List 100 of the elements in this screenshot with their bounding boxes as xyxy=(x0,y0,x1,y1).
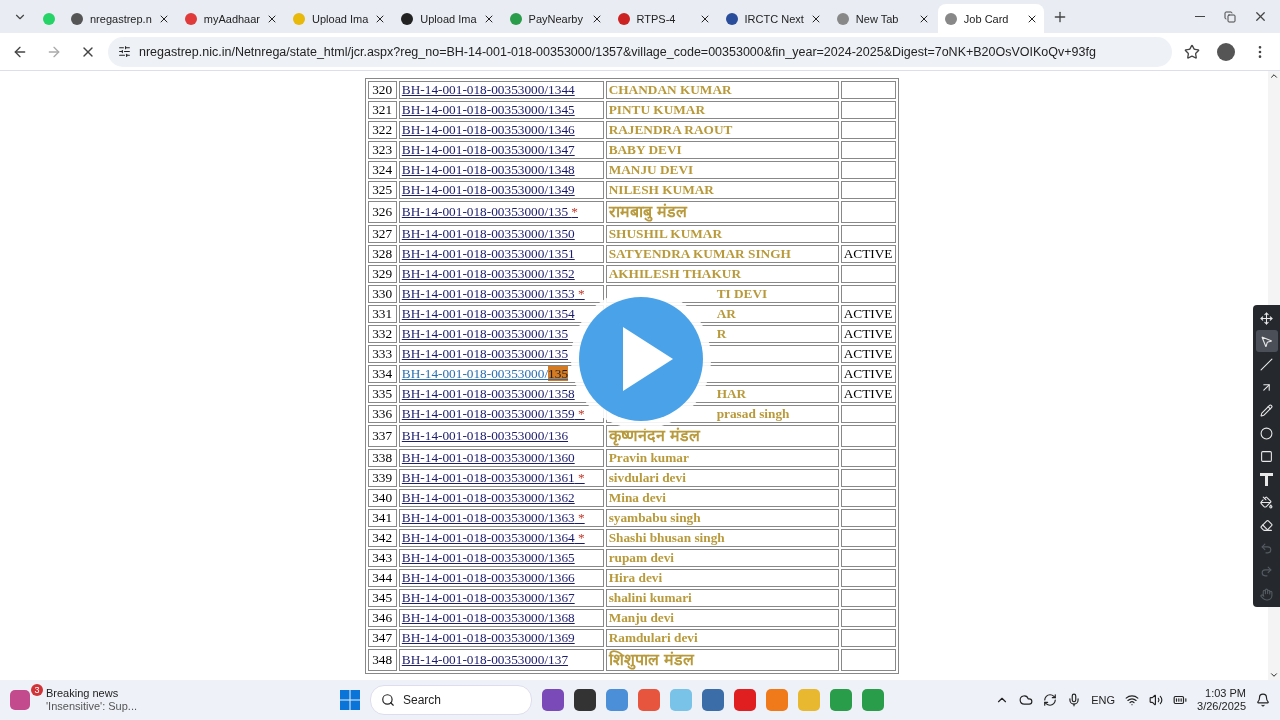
sync-icon xyxy=(1043,693,1058,707)
status-cell xyxy=(840,225,896,243)
browser-tab[interactable]: RTPS-4 xyxy=(610,4,717,33)
search-icon xyxy=(381,693,395,707)
worker-name: NILESH KUMAR xyxy=(608,182,714,198)
registration-link[interactable]: BH-14-001-018-00353000/1362 xyxy=(401,490,575,505)
status-cell: ACTIVE xyxy=(840,305,896,323)
address-bar[interactable]: nregastrep.nic.in/Netnrega/state_html/jcr.aspx?reg_no=BH-14-001-018-00353000/1357&village_code=00353000&fin_year=2024-2025&Digest=7oNK+B20OsVOIKoQv+93fg xyxy=(108,36,1172,67)
row-number: 329 xyxy=(367,265,397,283)
registration-link[interactable]: BH-14-001-018-00353000/1347 xyxy=(401,142,575,157)
status-cell xyxy=(840,609,896,627)
worker-name: prasad singh xyxy=(716,406,790,422)
avatar xyxy=(1217,42,1235,61)
taskbar-clock[interactable]: 1:03 PM 3/26/2025 xyxy=(1197,687,1246,713)
cloud-icon xyxy=(1019,693,1034,707)
worker-name: Manju devi xyxy=(608,610,675,626)
registration-link[interactable]: BH-14-001-018-00353000/1360 xyxy=(401,450,575,465)
registration-link[interactable]: BH-14-001-018-00353000/1359 * xyxy=(401,406,585,421)
status-cell xyxy=(840,181,896,199)
status-cell xyxy=(840,569,896,587)
language-indicator[interactable]: ENG xyxy=(1091,694,1116,706)
registration-link[interactable]: BH-14-001-018-00353000/137 xyxy=(401,652,569,667)
registration-link[interactable]: BH-14-001-018-00353000/1346 xyxy=(401,122,575,137)
favicon-icon xyxy=(400,11,415,26)
registration-link[interactable]: BH-14-001-018-00353000/1363 * xyxy=(401,510,585,525)
registration-link[interactable]: BH-14-001-018-00353000/136 xyxy=(401,428,569,443)
taskbar-search[interactable]: Search xyxy=(370,685,532,715)
browser-tab[interactable]: PayNearby xyxy=(502,4,609,33)
registration-link[interactable]: BH-14-001-018-00353000/1351 xyxy=(401,246,575,261)
registration-link[interactable]: BH-14-001-018-00353000/1350 xyxy=(401,226,575,241)
worker-name: Hira devi xyxy=(608,570,663,586)
status-cell: ACTIVE xyxy=(840,365,896,383)
favicon-icon xyxy=(724,11,739,26)
registration-link[interactable]: BH-14-001-018-00353000/135 xyxy=(401,326,569,341)
registration-link[interactable]: BH-14-001-018-00353000/1364 * xyxy=(401,530,585,545)
status-cell xyxy=(840,141,896,159)
registration-link[interactable]: BH-14-001-018-00353000/1366 xyxy=(401,570,575,585)
registration-link[interactable]: BH-14-001-018-00353000/135 xyxy=(401,366,569,381)
row-number: 336 xyxy=(367,405,397,423)
row-number: 325 xyxy=(367,181,397,199)
news-widget-icon[interactable] xyxy=(10,690,30,710)
pointer-tool-icon[interactable] xyxy=(1255,330,1278,352)
browser-tab[interactable]: nregastrep.n xyxy=(64,4,176,33)
favicon-icon xyxy=(616,11,631,26)
notification-icon xyxy=(1256,693,1270,707)
status-cell: ACTIVE xyxy=(840,345,896,363)
row-number: 324 xyxy=(367,161,397,179)
registration-link[interactable]: BH-14-001-018-00353000/1354 xyxy=(401,306,575,321)
status-cell xyxy=(840,101,896,119)
battery-icon xyxy=(1173,693,1188,707)
row-number: 328 xyxy=(367,245,397,263)
status-cell xyxy=(840,649,896,671)
registration-link[interactable]: BH-14-001-018-00353000/1352 xyxy=(401,266,575,281)
registration-link[interactable]: BH-14-001-018-00353000/1368 xyxy=(401,610,575,625)
registration-link[interactable]: BH-14-001-018-00353000/1345 xyxy=(401,102,575,117)
notification-badge: 3 xyxy=(31,684,43,696)
row-number: 337 xyxy=(367,425,397,447)
start-icon[interactable] xyxy=(340,690,360,710)
status-cell xyxy=(840,161,896,179)
row-number: 323 xyxy=(367,141,397,159)
favicon-icon xyxy=(70,11,84,26)
browser-tab[interactable]: Job Card xyxy=(937,4,1044,33)
microphone-icon xyxy=(1067,693,1082,707)
status-cell: ACTIVE xyxy=(840,325,896,343)
registration-link[interactable]: BH-14-001-018-00353000/1353 * xyxy=(401,286,585,301)
browser-tab[interactable]: Upload Ima xyxy=(286,4,393,33)
favicon-icon xyxy=(508,11,523,26)
registration-link[interactable]: BH-14-001-018-00353000/1344 xyxy=(401,82,575,97)
status-cell xyxy=(840,449,896,467)
browser-tab[interactable]: New Tab xyxy=(829,4,936,33)
row-number: 346 xyxy=(367,609,397,627)
scroll-down-icon xyxy=(1269,670,1279,680)
registration-link[interactable]: BH-14-001-018-00353000/1361 * xyxy=(401,470,585,485)
taskbar-app-icon[interactable] xyxy=(542,689,564,711)
registration-link[interactable]: BH-14-001-018-00353000/135 * xyxy=(401,204,578,219)
favicon-icon xyxy=(292,11,307,26)
status-cell xyxy=(840,285,896,303)
browser-tab[interactable]: IRCTC Next xyxy=(718,4,828,33)
news-title[interactable]: Breaking news xyxy=(46,687,138,700)
row-number: 339 xyxy=(367,469,397,487)
registration-link[interactable]: BH-14-001-018-00353000/135 xyxy=(401,346,569,361)
browser-tab[interactable]: Upload Ima xyxy=(394,4,501,33)
registration-link[interactable]: BH-14-001-018-00353000/1349 xyxy=(401,182,575,197)
worker-name: रामबाबु मंडल xyxy=(608,202,688,222)
worker-name: Shashi bhusan singh xyxy=(608,530,725,546)
taskbar-app-icon[interactable] xyxy=(574,689,596,711)
worker-name: CHANDAN KUMAR xyxy=(608,82,732,98)
news-subtitle: 'Insensitive': Sup... xyxy=(46,700,138,713)
registration-link[interactable]: BH-14-001-018-00353000/1367 xyxy=(401,590,575,605)
registration-link[interactable]: BH-14-001-018-00353000/1358 xyxy=(401,386,575,401)
row-number: 333 xyxy=(367,345,397,363)
worker-name: R xyxy=(716,326,727,342)
browser-tab[interactable]: myAadhaar xyxy=(177,4,285,33)
registration-link[interactable]: BH-14-001-018-00353000/1365 xyxy=(401,550,575,565)
registration-link[interactable]: BH-14-001-018-00353000/1348 xyxy=(401,162,575,177)
registration-link[interactable]: BH-14-001-018-00353000/1369 xyxy=(401,630,575,645)
volume-icon xyxy=(1149,693,1164,707)
status-cell xyxy=(840,425,896,447)
row-number: 334 xyxy=(367,365,397,383)
status-cell xyxy=(840,201,896,223)
